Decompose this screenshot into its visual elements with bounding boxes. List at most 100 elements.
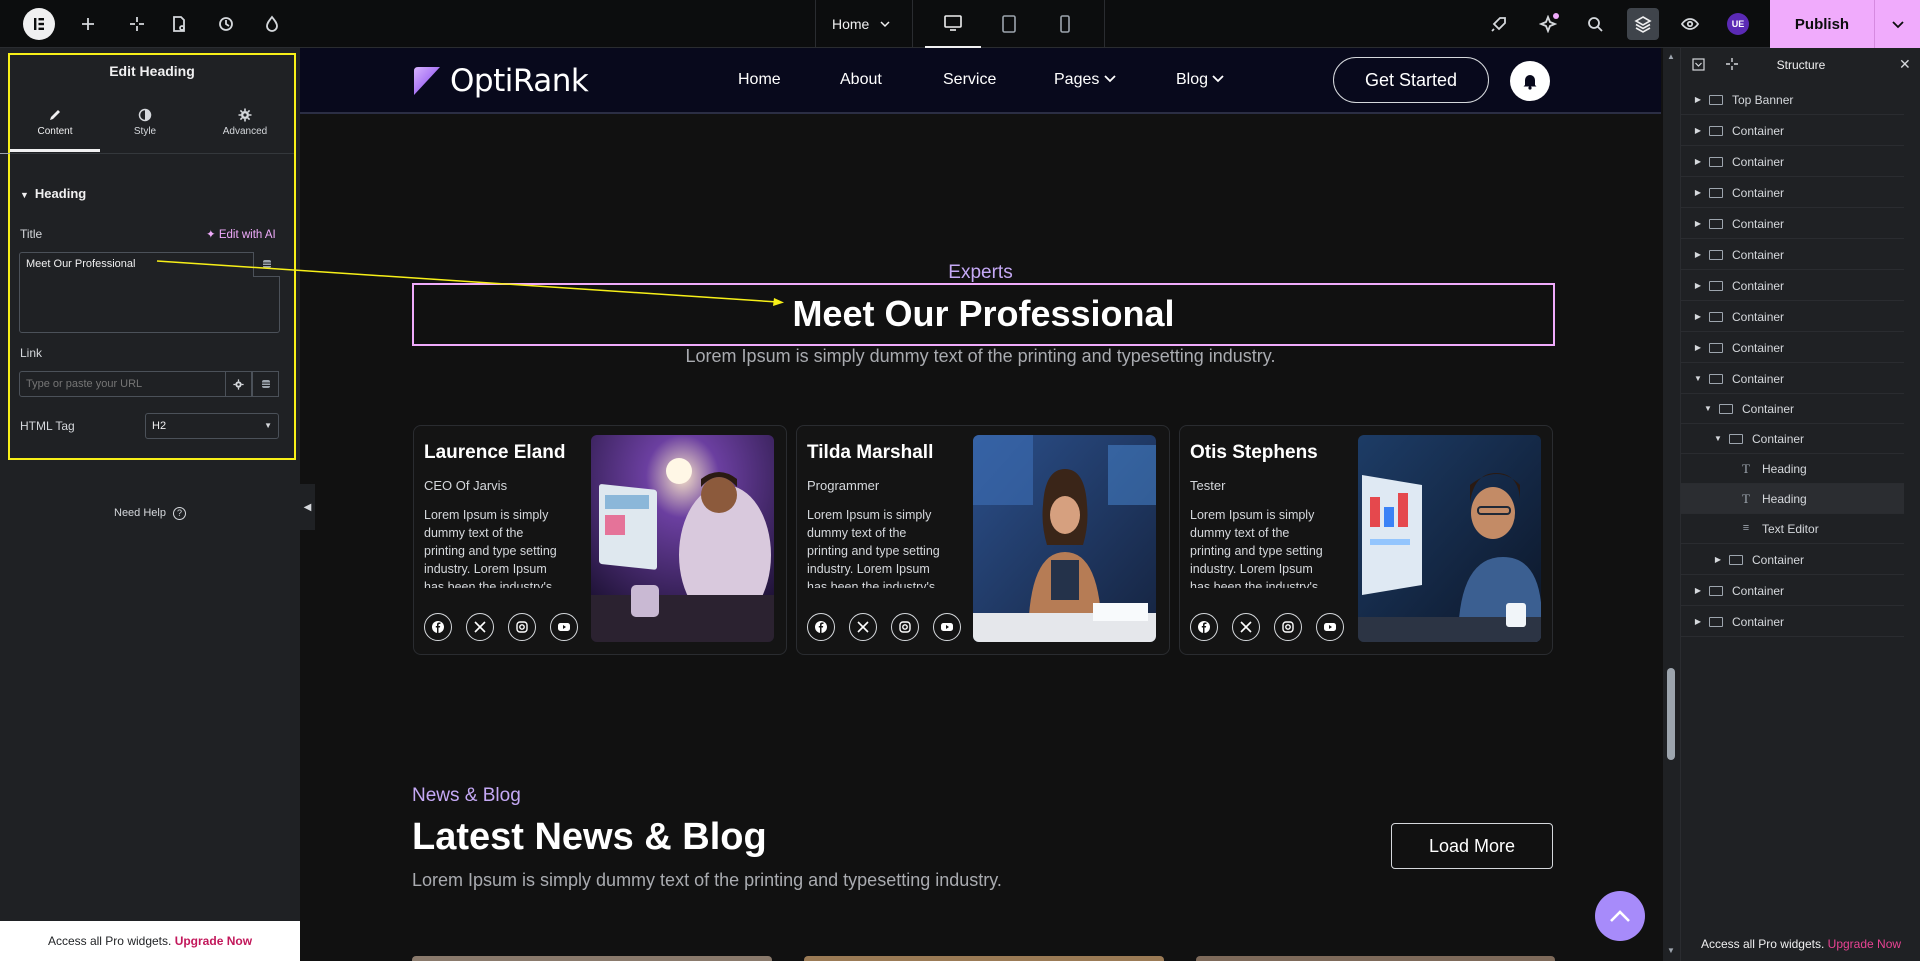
link-options-button[interactable] bbox=[225, 371, 252, 397]
bell-icon[interactable] bbox=[1510, 61, 1550, 101]
caret-right-icon: ▶ bbox=[1694, 586, 1702, 595]
youtube-icon[interactable] bbox=[933, 613, 961, 641]
instagram-icon[interactable] bbox=[508, 613, 536, 641]
tree-item-container[interactable]: ▶ Container bbox=[1681, 302, 1904, 332]
edit-with-ai-label: Edit with AI bbox=[218, 229, 276, 241]
nav-home[interactable]: Home bbox=[738, 71, 781, 89]
canvas-scrollbar-thumb[interactable] bbox=[1667, 668, 1675, 760]
x-twitter-icon[interactable] bbox=[466, 613, 494, 641]
team-heading[interactable]: Meet Our Professional bbox=[412, 293, 1555, 335]
nav-service[interactable]: Service bbox=[943, 71, 996, 89]
close-icon[interactable]: ✕ bbox=[1899, 56, 1911, 73]
tree-item-container-expanded[interactable]: ▼ Container bbox=[1681, 424, 1904, 454]
nav-pages[interactable]: Pages bbox=[1054, 71, 1116, 89]
need-help-link[interactable]: Need Help ? bbox=[114, 507, 187, 520]
ai-sparkle-icon: ✦ bbox=[206, 229, 216, 241]
tree-item-container[interactable]: ▶ Container bbox=[1681, 607, 1904, 637]
caret-down-icon: ▼ bbox=[1714, 434, 1722, 443]
edit-with-ai-button[interactable]: ✦ Edit with AI bbox=[206, 227, 276, 241]
preview-eye-icon[interactable] bbox=[1678, 12, 1702, 36]
dynamic-tags-button[interactable] bbox=[253, 252, 280, 277]
x-twitter-icon[interactable] bbox=[849, 613, 877, 641]
upgrade-now-link[interactable]: Upgrade Now bbox=[175, 934, 252, 948]
upgrade-now-link[interactable]: Upgrade Now bbox=[1828, 937, 1901, 951]
publish-options-button[interactable] bbox=[1874, 0, 1920, 48]
load-more-button[interactable]: Load More bbox=[1391, 823, 1553, 869]
x-twitter-icon[interactable] bbox=[1232, 613, 1260, 641]
link-url-input[interactable] bbox=[19, 371, 226, 397]
tree-item-container[interactable]: ▶ Container bbox=[1681, 240, 1904, 270]
youtube-icon[interactable] bbox=[1316, 613, 1344, 641]
chevron-up-icon bbox=[1610, 910, 1630, 922]
mobile-icon[interactable] bbox=[1037, 0, 1093, 48]
tree-item-container[interactable]: ▶ Container bbox=[1681, 545, 1904, 575]
notification-dot bbox=[1553, 13, 1559, 19]
history-icon[interactable] bbox=[214, 12, 238, 36]
tree-item-heading[interactable]: T Heading bbox=[1681, 454, 1904, 484]
rocket-icon[interactable] bbox=[1487, 12, 1511, 36]
tab-advanced[interactable]: Advanced bbox=[200, 106, 290, 152]
tree-item-container[interactable]: ▶ Container bbox=[1681, 147, 1904, 177]
optirank-logo-icon bbox=[414, 67, 440, 95]
get-started-button[interactable]: Get Started bbox=[1333, 57, 1489, 103]
html-tag-select[interactable]: H2 ▼ bbox=[145, 413, 279, 439]
structure-settings-icon[interactable] bbox=[1725, 57, 1739, 74]
tree-item-heading-selected[interactable]: T Heading bbox=[1681, 484, 1904, 514]
section-heading-toggle[interactable]: ▼ Heading bbox=[20, 186, 86, 201]
collapse-panel-button[interactable]: ◀ bbox=[300, 484, 315, 530]
publish-button[interactable]: Publish bbox=[1770, 0, 1874, 48]
youtube-icon[interactable] bbox=[550, 613, 578, 641]
user-avatar[interactable]: UE bbox=[1727, 13, 1749, 35]
page-selector[interactable]: Home bbox=[815, 0, 913, 48]
tree-item-container[interactable]: ▶ Container bbox=[1681, 271, 1904, 301]
database-icon bbox=[263, 260, 271, 268]
search-icon[interactable] bbox=[1583, 12, 1607, 36]
page-name: Home bbox=[832, 16, 870, 32]
site-logo[interactable]: OptiRank bbox=[412, 63, 589, 99]
theme-style-icon[interactable] bbox=[260, 12, 284, 36]
tree-item-container[interactable]: ▶ Container bbox=[1681, 333, 1904, 363]
elementor-logo-icon[interactable] bbox=[23, 8, 55, 40]
upgrade-bar: Access all Pro widgets. Upgrade Now bbox=[0, 921, 300, 961]
tree-item-container[interactable]: ▶ Container bbox=[1681, 209, 1904, 239]
instagram-icon[interactable] bbox=[891, 613, 919, 641]
tree-item-label: Text Editor bbox=[1762, 521, 1819, 536]
canvas-scrollbar[interactable] bbox=[1663, 48, 1680, 961]
tab-style[interactable]: Style bbox=[100, 106, 190, 152]
structure-icon[interactable] bbox=[1627, 8, 1659, 40]
desktop-icon[interactable] bbox=[925, 0, 981, 48]
scroll-to-top-button[interactable] bbox=[1595, 891, 1645, 941]
scroll-down-arrow-icon[interactable]: ▼ bbox=[1667, 946, 1675, 955]
container-icon bbox=[1709, 187, 1723, 198]
caret-right-icon: ▶ bbox=[1694, 617, 1702, 626]
instagram-icon[interactable] bbox=[1274, 613, 1302, 641]
collapse-all-icon[interactable] bbox=[1692, 58, 1705, 74]
tree-item-label: Container bbox=[1732, 371, 1785, 386]
tree-item-container-expanded[interactable]: ▼ Container bbox=[1681, 394, 1904, 424]
team-subtitle: Lorem Ipsum is simply dummy text of the … bbox=[685, 346, 1276, 366]
scroll-up-arrow-icon[interactable]: ▲ bbox=[1667, 52, 1675, 61]
tree-item-container[interactable]: ▶ Container bbox=[1681, 116, 1904, 146]
tree-item-container[interactable]: ▶ Container bbox=[1681, 178, 1904, 208]
tree-item-container[interactable]: ▶ Container bbox=[1681, 576, 1904, 606]
tree-item-container-expanded[interactable]: ▼ Container bbox=[1681, 364, 1904, 394]
tree-item-top-banner[interactable]: ▶ Top Banner bbox=[1681, 85, 1904, 115]
page-settings-icon[interactable] bbox=[167, 12, 191, 36]
container-icon bbox=[1709, 218, 1723, 229]
notifications-icon[interactable] bbox=[1536, 12, 1560, 36]
facebook-icon[interactable] bbox=[424, 613, 452, 641]
add-element-icon[interactable] bbox=[76, 12, 100, 36]
facebook-icon[interactable] bbox=[807, 613, 835, 641]
title-textarea[interactable]: Meet Our Professional bbox=[19, 252, 280, 333]
nav-about[interactable]: About bbox=[840, 71, 882, 89]
tree-item-text-editor[interactable]: ≡ Text Editor bbox=[1681, 514, 1904, 544]
facebook-icon[interactable] bbox=[1190, 613, 1218, 641]
nav-blog[interactable]: Blog bbox=[1176, 71, 1225, 89]
tree-item-label: Container bbox=[1732, 247, 1785, 262]
link-dynamic-button[interactable] bbox=[252, 371, 279, 397]
tab-content-label: Content bbox=[37, 126, 73, 137]
site-settings-icon[interactable] bbox=[125, 12, 149, 36]
tab-content[interactable]: Content bbox=[10, 106, 100, 152]
tablet-icon[interactable] bbox=[981, 0, 1037, 48]
container-icon bbox=[1709, 156, 1723, 167]
